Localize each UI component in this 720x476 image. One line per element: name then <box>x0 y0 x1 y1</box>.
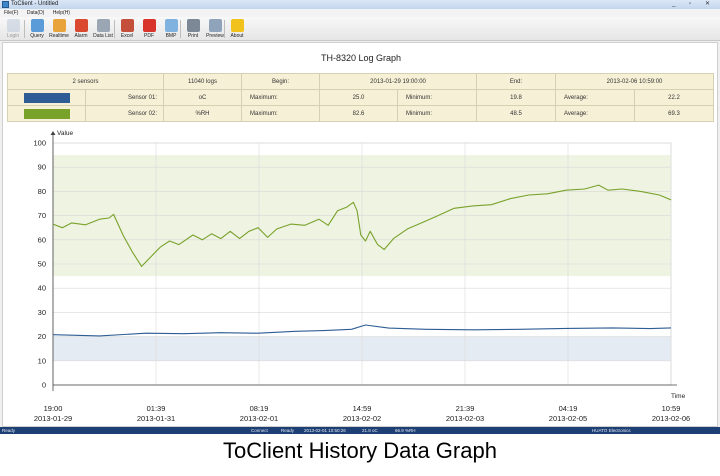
image-caption: ToClient History Data Graph <box>223 438 497 463</box>
status-ready: Ready <box>2 428 16 433</box>
x-tick-date: 2013-01-31 <box>137 414 175 423</box>
status-temperature: 21.8 oC <box>362 428 378 433</box>
x-axis-label: Time <box>671 393 686 400</box>
y-tick-label: 20 <box>38 332 46 341</box>
y-tick-label: 100 <box>33 139 46 148</box>
status-company: HUATO Electronics <box>592 428 631 433</box>
x-tick-time: 08:19 <box>250 404 269 413</box>
window-controls[interactable]: _ ▫ ✕ <box>672 0 716 9</box>
x-tick-date: 2013-02-06 <box>652 414 690 423</box>
excel-icon <box>120 19 134 32</box>
window-title: ToClient - Untitled <box>11 1 59 7</box>
data-list-button[interactable]: Data List <box>92 18 114 40</box>
toolbar-separator <box>114 20 115 38</box>
toolbar-separator <box>24 20 25 38</box>
y-tick-label: 0 <box>42 381 46 390</box>
menu-help[interactable]: Help(H) <box>53 9 70 17</box>
bmp-button[interactable]: BMP <box>160 18 182 40</box>
status-connect: Connect <box>251 428 268 433</box>
x-tick-time: 21:39 <box>456 404 475 413</box>
toolbar: Login Query Realtime Alarm Data List Excel PDF… <box>0 17 720 41</box>
x-tick-date: 2013-02-02 <box>343 414 381 423</box>
data-list-icon <box>96 19 110 32</box>
log-graph-chart: 0 10 20 30 40 50 60 70 80 90 100 19:002013-01-29 01:… <box>33 130 690 423</box>
y-tick-label: 70 <box>38 211 46 220</box>
toolbar-separator <box>224 20 225 38</box>
menu-data[interactable]: Data(D) <box>27 9 45 17</box>
menu-bar: File(F) Data(D) Help(H) <box>0 9 720 17</box>
pdf-icon <box>142 19 156 32</box>
toolbar-button-label: Excel <box>120 33 134 39</box>
toolbar-button-label: Print <box>187 33 199 39</box>
x-tick-date: 2013-02-05 <box>549 414 587 423</box>
toolbar-button-label: Data List <box>93 33 113 39</box>
x-tick-date: 2013-02-01 <box>240 414 278 423</box>
toolbar-button-label: About <box>230 33 244 39</box>
status-bar: Ready Connect Ready 2013-02-01 10:50:26 21.8… <box>0 427 720 434</box>
toolbar-button-label: PDF <box>144 33 154 39</box>
y-tick-label: 40 <box>38 284 46 293</box>
toolbar-button-label: BMP <box>165 33 177 39</box>
x-tick-time: 01:39 <box>147 404 166 413</box>
query-button[interactable]: Query <box>26 18 48 40</box>
toolbar-button-label: Login <box>6 33 20 39</box>
y-tick-label: 80 <box>38 187 46 196</box>
alarm-button[interactable]: Alarm <box>70 18 92 40</box>
toolbar-button-label: Realtime <box>49 33 69 39</box>
y-tick-label: 30 <box>38 308 46 317</box>
y-tick-label: 90 <box>38 163 46 172</box>
about-icon <box>230 19 244 32</box>
title-bar: ToClient - Untitled _ ▫ ✕ <box>0 0 720 9</box>
print-button[interactable]: Print <box>182 18 204 40</box>
app-icon <box>2 1 9 8</box>
query-icon <box>30 19 44 32</box>
about-button[interactable]: About <box>226 18 248 40</box>
print-icon <box>186 19 200 32</box>
toolbar-separator <box>180 20 181 38</box>
report-panel: TH-8320 Log Graph 2 sensors 11040 logs B… <box>2 42 718 427</box>
preview-icon <box>208 19 222 32</box>
preview-button[interactable]: Preview <box>204 18 226 40</box>
x-tick-time: 04:19 <box>559 404 578 413</box>
login-icon <box>6 19 20 32</box>
x-tick-date: 2013-02-03 <box>446 414 484 423</box>
y-tick-label: 60 <box>38 235 46 244</box>
y-axis-label: Value <box>57 130 74 137</box>
realtime-icon <box>52 19 66 32</box>
pdf-button[interactable]: PDF <box>138 18 160 40</box>
x-tick-time: 19:00 <box>44 404 63 413</box>
login-button[interactable]: Login <box>2 18 24 40</box>
app-window: ToClient - Untitled _ ▫ ✕ File(F) Data(D… <box>0 0 720 434</box>
excel-button[interactable]: Excel <box>116 18 138 40</box>
status-state: Ready <box>281 428 295 433</box>
toolbar-button-label: Alarm <box>74 33 88 39</box>
toolbar-button-label: Query <box>30 33 44 39</box>
y-axis-arrow <box>50 131 56 135</box>
y-tick-label: 50 <box>38 260 46 269</box>
alarm-icon <box>74 19 88 32</box>
bmp-icon <box>164 19 178 32</box>
y-tick-label: 10 <box>38 356 46 365</box>
toolbar-button-label: Preview <box>206 33 224 39</box>
realtime-button[interactable]: Realtime <box>48 18 70 40</box>
x-tick-time: 10:59 <box>662 404 681 413</box>
status-datetime: 2013-02-01 10:50:26 <box>304 428 346 433</box>
menu-file[interactable]: File(F) <box>4 9 18 17</box>
status-humidity: 66.9 %RH <box>395 428 416 433</box>
x-tick-time: 14:59 <box>353 404 372 413</box>
x-tick-date: 2013-01-29 <box>34 414 72 423</box>
